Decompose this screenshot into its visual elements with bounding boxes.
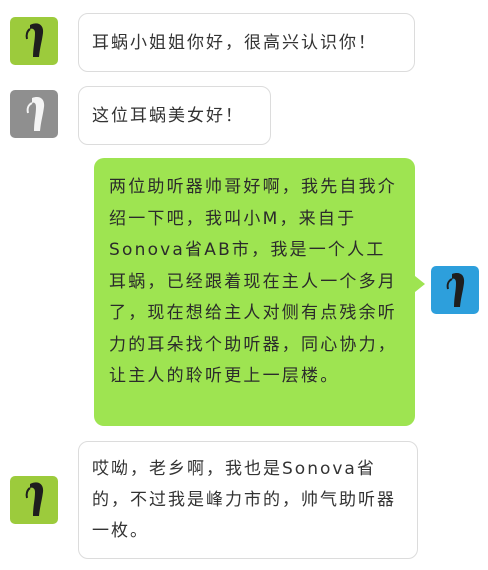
black-hearing-aid-icon bbox=[10, 17, 58, 65]
avatar-hearing-aid-3[interactable] bbox=[10, 476, 58, 524]
message-bubble-2: 这位耳蜗美女好！ bbox=[78, 86, 271, 145]
avatar-cochlear-implant[interactable] bbox=[431, 266, 479, 314]
bubble-tail bbox=[415, 276, 425, 292]
white-hearing-aid-icon bbox=[10, 90, 58, 138]
message-bubble-1: 耳蜗小姐姐你好，很高兴认识你！ bbox=[78, 13, 415, 72]
message-text-2: 这位耳蜗美女好！ bbox=[92, 106, 244, 126]
avatar-hearing-aid-2[interactable] bbox=[10, 90, 58, 138]
message-text-4: 哎呦，老乡啊，我也是Sonova省的，不过我是峰力市的，帅气助听器一枚。 bbox=[92, 459, 396, 541]
message-bubble-4: 哎呦，老乡啊，我也是Sonova省的，不过我是峰力市的，帅气助听器一枚。 bbox=[78, 441, 418, 559]
message-text-3: 两位助听器帅哥好啊，我先自我介绍一下吧，我叫小M，来自于Sonova省AB市，我… bbox=[109, 177, 397, 386]
black-hearing-aid-icon bbox=[431, 266, 479, 314]
message-text-1: 耳蜗小姐姐你好，很高兴认识你！ bbox=[92, 33, 377, 53]
black-hearing-aid-icon bbox=[10, 476, 58, 524]
message-bubble-3: 两位助听器帅哥好啊，我先自我介绍一下吧，我叫小M，来自于Sonova省AB市，我… bbox=[94, 158, 415, 426]
avatar-hearing-aid-1[interactable] bbox=[10, 17, 58, 65]
